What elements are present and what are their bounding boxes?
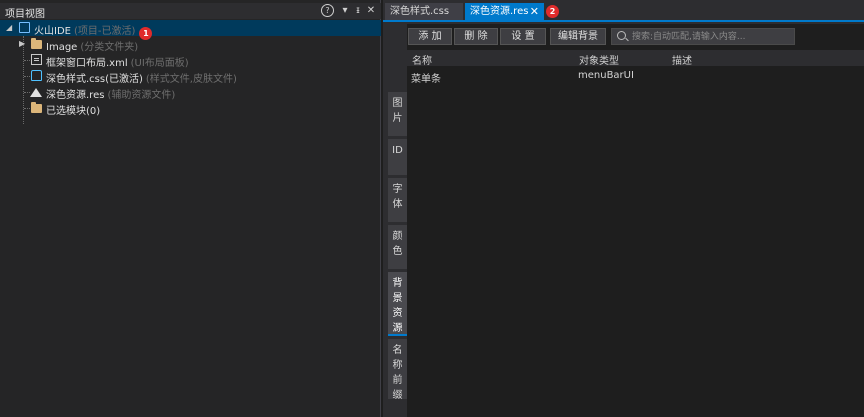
editor-panel: 深色样式.css 深色资源.res ✕ 2 图片 ID 字体 颜色 背景资源 名… — [383, 0, 864, 417]
side-tab-id[interactable]: ID — [388, 139, 407, 175]
project-view-title: 项目视图 — [5, 9, 45, 20]
dropdown-menu-icon[interactable]: ▾ — [340, 4, 350, 17]
edit-background-button[interactable]: 编辑背景 — [550, 28, 606, 45]
search-input[interactable] — [632, 29, 792, 44]
shirt-icon — [31, 70, 42, 81]
pin-icon[interactable]: ᵻ — [353, 4, 363, 17]
tree-item-image-folder[interactable]: ▶ Image (分类文件夹) — [0, 36, 381, 53]
tree-item-layout-xml[interactable]: 框架窗口布局.xml (UI布局面板) — [0, 52, 381, 69]
help-icon[interactable]: ? — [321, 4, 334, 17]
side-tab-fonts[interactable]: 字体 — [388, 178, 407, 222]
tab-label: 深色样式.css — [390, 6, 450, 17]
project-view-panel: 项目视图 ? ▾ ᵻ ✕ ◢ 火山IDE (项目-已激活) 1 ▶ Image (分类… — [0, 0, 381, 417]
table-row[interactable]: 菜单条 menuBarUI — [407, 67, 864, 85]
cell-type: menuBarUI — [578, 70, 634, 81]
active-tab-underline — [383, 20, 864, 22]
tab-dark-css[interactable]: 深色样式.css — [385, 3, 463, 20]
editor-toolbar: 添 加 删 除 设 置 编辑背景 — [407, 26, 864, 46]
close-panel-icon[interactable]: ✕ — [366, 4, 376, 17]
notification-badge: 2 — [546, 5, 559, 18]
project-view-header: 项目视图 ? ▾ ᵻ ✕ — [0, 3, 381, 20]
side-tab-colors[interactable]: 颜色 — [388, 225, 407, 269]
add-button[interactable]: 添 加 — [408, 28, 452, 45]
monitor-icon — [19, 22, 30, 33]
folder-icon — [31, 102, 42, 113]
mountain-icon — [30, 88, 42, 97]
close-tab-icon[interactable]: ✕ — [530, 3, 539, 20]
document-icon — [31, 54, 42, 65]
cell-name: 菜单条 — [411, 74, 441, 85]
expanded-arrow-icon[interactable]: ◢ — [6, 23, 12, 32]
delete-button[interactable]: 删 除 — [454, 28, 498, 45]
folder-icon — [31, 38, 42, 49]
side-tab-background-resources[interactable]: 背景资源 — [388, 272, 407, 336]
tree-item-dark-css[interactable]: 深色样式.css(已激活) (样式文件,皮肤文件) — [0, 68, 381, 85]
column-header-type[interactable]: 对象类型 — [579, 52, 619, 67]
tree-item-project[interactable]: ◢ 火山IDE (项目-已激活) 1 — [0, 20, 381, 40]
resource-editor: 添 加 删 除 设 置 编辑背景 名称 对象类型 描述 菜单条 menuBarU… — [407, 24, 864, 417]
tab-dark-res[interactable]: 深色资源.res ✕ — [465, 3, 544, 20]
table-header: 名称 对象类型 描述 — [407, 50, 864, 67]
tab-label: 深色资源.res — [470, 6, 529, 17]
tree-item-selected-modules[interactable]: 已选模块(0) — [0, 100, 381, 117]
document-tab-bar: 深色样式.css 深色资源.res ✕ 2 — [383, 3, 864, 20]
side-tab-images[interactable]: 图片 — [388, 92, 407, 136]
collapsed-arrow-icon[interactable]: ▶ — [19, 39, 25, 48]
column-header-description[interactable]: 描述 — [672, 52, 692, 67]
tree-item-dark-res[interactable]: 深色资源.res (辅助资源文件) — [0, 84, 381, 101]
column-header-name[interactable]: 名称 — [412, 52, 432, 67]
settings-button[interactable]: 设 置 — [500, 28, 546, 45]
search-icon — [617, 31, 626, 40]
side-tab-name-prefix[interactable]: 名称前缀 — [388, 339, 407, 401]
tree-item-label: 已选模块(0) — [46, 106, 101, 117]
search-box[interactable] — [611, 28, 795, 45]
